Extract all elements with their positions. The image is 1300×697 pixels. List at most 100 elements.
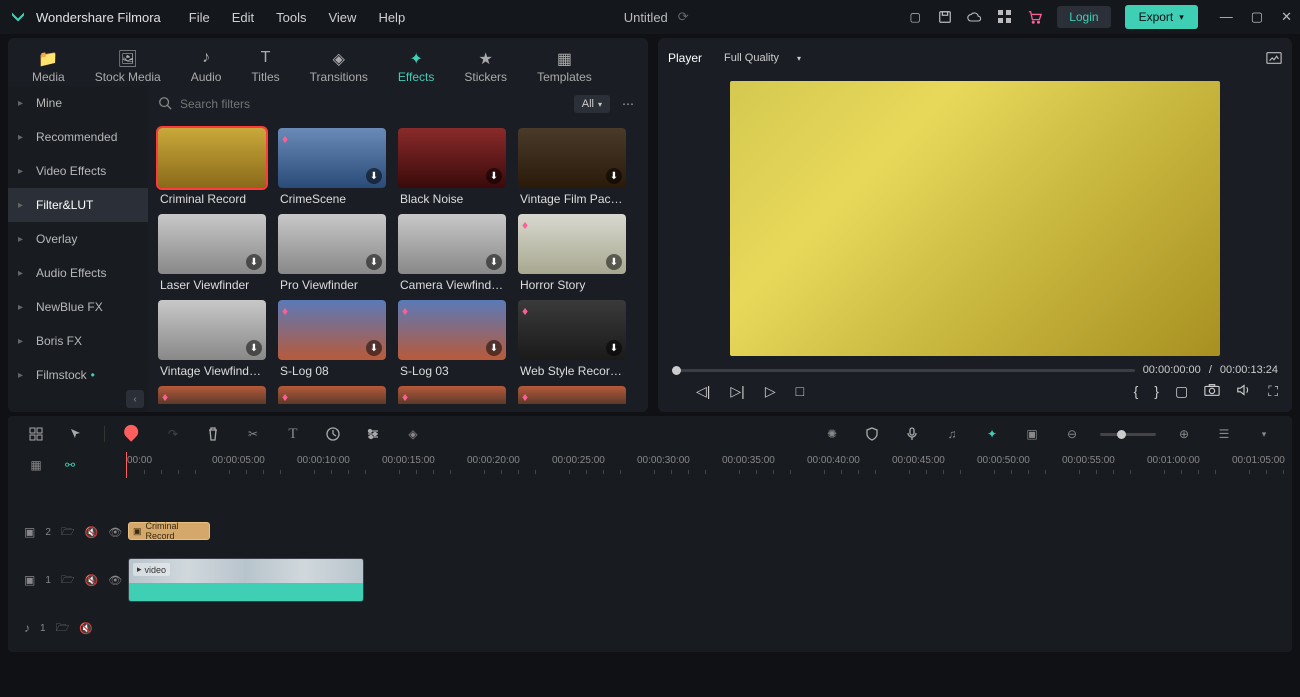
- effect-thumbnail[interactable]: ♦⬇: [278, 128, 386, 188]
- download-icon[interactable]: ⬇: [366, 340, 382, 356]
- effect-thumbnail[interactable]: ⬇: [278, 214, 386, 274]
- effect-thumbnail[interactable]: ♦⬇: [518, 214, 626, 274]
- effect-thumbnail[interactable]: ♦: [518, 386, 626, 404]
- mute-icon[interactable]: 🔇: [85, 526, 99, 539]
- crop-icon[interactable]: ▣: [1020, 422, 1044, 446]
- mute-icon[interactable]: 🔇: [85, 574, 99, 587]
- effect-thumbnail[interactable]: ⬇: [518, 128, 626, 188]
- sidebar-item-recommended[interactable]: ▸Recommended: [8, 120, 148, 154]
- effect-card[interactable]: ⬇Camera Viewfinder 01: [398, 214, 506, 296]
- effect-card[interactable]: Criminal Record: [158, 128, 266, 210]
- download-icon[interactable]: ⬇: [366, 254, 382, 270]
- download-icon[interactable]: ⬇: [606, 340, 622, 356]
- tab-stock[interactable]: 🖼Stock Media: [95, 49, 161, 84]
- speed-icon[interactable]: [321, 422, 345, 446]
- cloud-sync-icon[interactable]: ⟳: [678, 9, 689, 25]
- sidebar-item-videoeffects[interactable]: ▸Video Effects: [8, 154, 148, 188]
- keyframe-icon[interactable]: ◈: [401, 422, 425, 446]
- effect-card[interactable]: ⬇Pro Viewfinder: [278, 214, 386, 296]
- adjust-icon[interactable]: [361, 422, 385, 446]
- download-icon[interactable]: ⬇: [246, 340, 262, 356]
- effect-card[interactable]: ⬇Black Noise: [398, 128, 506, 210]
- delete-icon[interactable]: [201, 422, 225, 446]
- close-button[interactable]: ✕: [1281, 9, 1292, 25]
- maximize-button[interactable]: ▢: [1251, 9, 1263, 25]
- volume-icon[interactable]: [1236, 383, 1252, 400]
- menu-tools[interactable]: Tools: [276, 10, 306, 25]
- display-icon[interactable]: ▢: [1175, 383, 1188, 400]
- effect-thumbnail[interactable]: ♦: [158, 386, 266, 404]
- timeline-layout-icon[interactable]: ▦: [24, 453, 48, 477]
- save-icon[interactable]: [937, 9, 953, 25]
- video-clip[interactable]: ▸video: [128, 558, 364, 602]
- mark-in-icon[interactable]: {: [1134, 383, 1139, 399]
- effect-clip[interactable]: ▣ Criminal Record: [128, 522, 210, 540]
- visibility-icon[interactable]: 👁: [108, 526, 122, 539]
- sidebar-item-audioeffects[interactable]: ▸Audio Effects: [8, 256, 148, 290]
- download-icon[interactable]: ⬇: [486, 254, 502, 270]
- quality-dropdown[interactable]: Full Quality▾: [716, 49, 809, 67]
- lock-icon[interactable]: 🗁: [56, 619, 70, 638]
- tab-stickers[interactable]: ★Stickers: [464, 49, 507, 84]
- tab-titles[interactable]: TTitles: [251, 49, 279, 84]
- text-icon[interactable]: T: [281, 422, 305, 446]
- effect-thumbnail[interactable]: ⬇: [398, 214, 506, 274]
- search-input[interactable]: [180, 97, 566, 111]
- download-icon[interactable]: ⬇: [486, 340, 502, 356]
- sidebar-item-newbluefx[interactable]: ▸NewBlue FX: [8, 290, 148, 324]
- prev-frame-button[interactable]: ◁|: [696, 383, 710, 400]
- menu-edit[interactable]: Edit: [232, 10, 254, 25]
- play-button[interactable]: ▷: [765, 383, 776, 400]
- effect-card[interactable]: ⬇Vintage Viewfinder 2: [158, 300, 266, 382]
- apps-icon[interactable]: [997, 9, 1013, 25]
- login-button[interactable]: Login: [1057, 6, 1110, 28]
- visibility-icon[interactable]: 👁: [108, 574, 122, 587]
- menu-view[interactable]: View: [328, 10, 356, 25]
- effect-thumbnail[interactable]: ⬇: [158, 300, 266, 360]
- camera-icon[interactable]: [1204, 383, 1220, 400]
- more-options-icon[interactable]: ⋯: [618, 97, 638, 111]
- zoom-slider[interactable]: [1100, 433, 1156, 436]
- shield-icon[interactable]: [860, 422, 884, 446]
- play-next-button[interactable]: ▷|: [730, 383, 744, 400]
- menu-help[interactable]: Help: [378, 10, 405, 25]
- filter-dropdown[interactable]: All▾: [574, 95, 610, 113]
- download-icon[interactable]: ⬇: [486, 168, 502, 184]
- layout-icon[interactable]: [24, 422, 48, 446]
- redo-icon[interactable]: ↷: [161, 422, 185, 446]
- effect-thumbnail[interactable]: ⬇: [398, 128, 506, 188]
- effect-thumbnail[interactable]: ⬇: [158, 214, 266, 274]
- playback-scrubber[interactable]: [672, 369, 1135, 372]
- minimize-button[interactable]: —: [1220, 9, 1233, 25]
- tab-transitions[interactable]: ◈Transitions: [310, 49, 368, 84]
- stop-button[interactable]: □: [796, 383, 804, 399]
- effect-card[interactable]: ♦⬇S-Log 03: [398, 300, 506, 382]
- sidebar-item-filmstock[interactable]: ▸Filmstock•: [8, 358, 148, 392]
- sidebar-item-mine[interactable]: ▸Mine: [8, 86, 148, 120]
- cloud-icon[interactable]: [967, 9, 983, 25]
- sidebar-item-overlay[interactable]: ▸Overlay: [8, 222, 148, 256]
- download-icon[interactable]: ⬇: [606, 168, 622, 184]
- effect-thumbnail[interactable]: ♦⬇: [398, 300, 506, 360]
- effect-card[interactable]: ♦⬇CrimeScene: [278, 128, 386, 210]
- player-tab[interactable]: Player: [668, 51, 702, 65]
- effect-thumbnail[interactable]: ♦: [278, 386, 386, 404]
- effect-card[interactable]: ♦⬇S-Log 08: [278, 300, 386, 382]
- device-icon[interactable]: ▢: [907, 9, 923, 25]
- effect-thumbnail[interactable]: [158, 128, 266, 188]
- fullscreen-icon[interactable]: ⛶: [1268, 383, 1278, 400]
- download-icon[interactable]: ⬇: [246, 254, 262, 270]
- color-icon[interactable]: ✺: [820, 422, 844, 446]
- sidebar-item-borisfx[interactable]: ▸Boris FX: [8, 324, 148, 358]
- effect-card[interactable]: ♦⬇Horror Story: [518, 214, 626, 296]
- export-button[interactable]: Export▾: [1125, 5, 1198, 29]
- marker-icon[interactable]: ✦: [980, 422, 1004, 446]
- download-icon[interactable]: ⬇: [366, 168, 382, 184]
- tab-audio[interactable]: ♪Audio: [191, 49, 222, 84]
- tab-media[interactable]: 📁Media: [32, 49, 65, 84]
- snapshot-icon[interactable]: [1266, 50, 1282, 66]
- effect-card[interactable]: ⬇Vintage Film Pack CAL...: [518, 128, 626, 210]
- mark-out-icon[interactable]: }: [1154, 383, 1159, 399]
- effect-card[interactable]: ♦⬇Web Style Record Ove...: [518, 300, 626, 382]
- link-icon[interactable]: ⚯: [58, 453, 82, 477]
